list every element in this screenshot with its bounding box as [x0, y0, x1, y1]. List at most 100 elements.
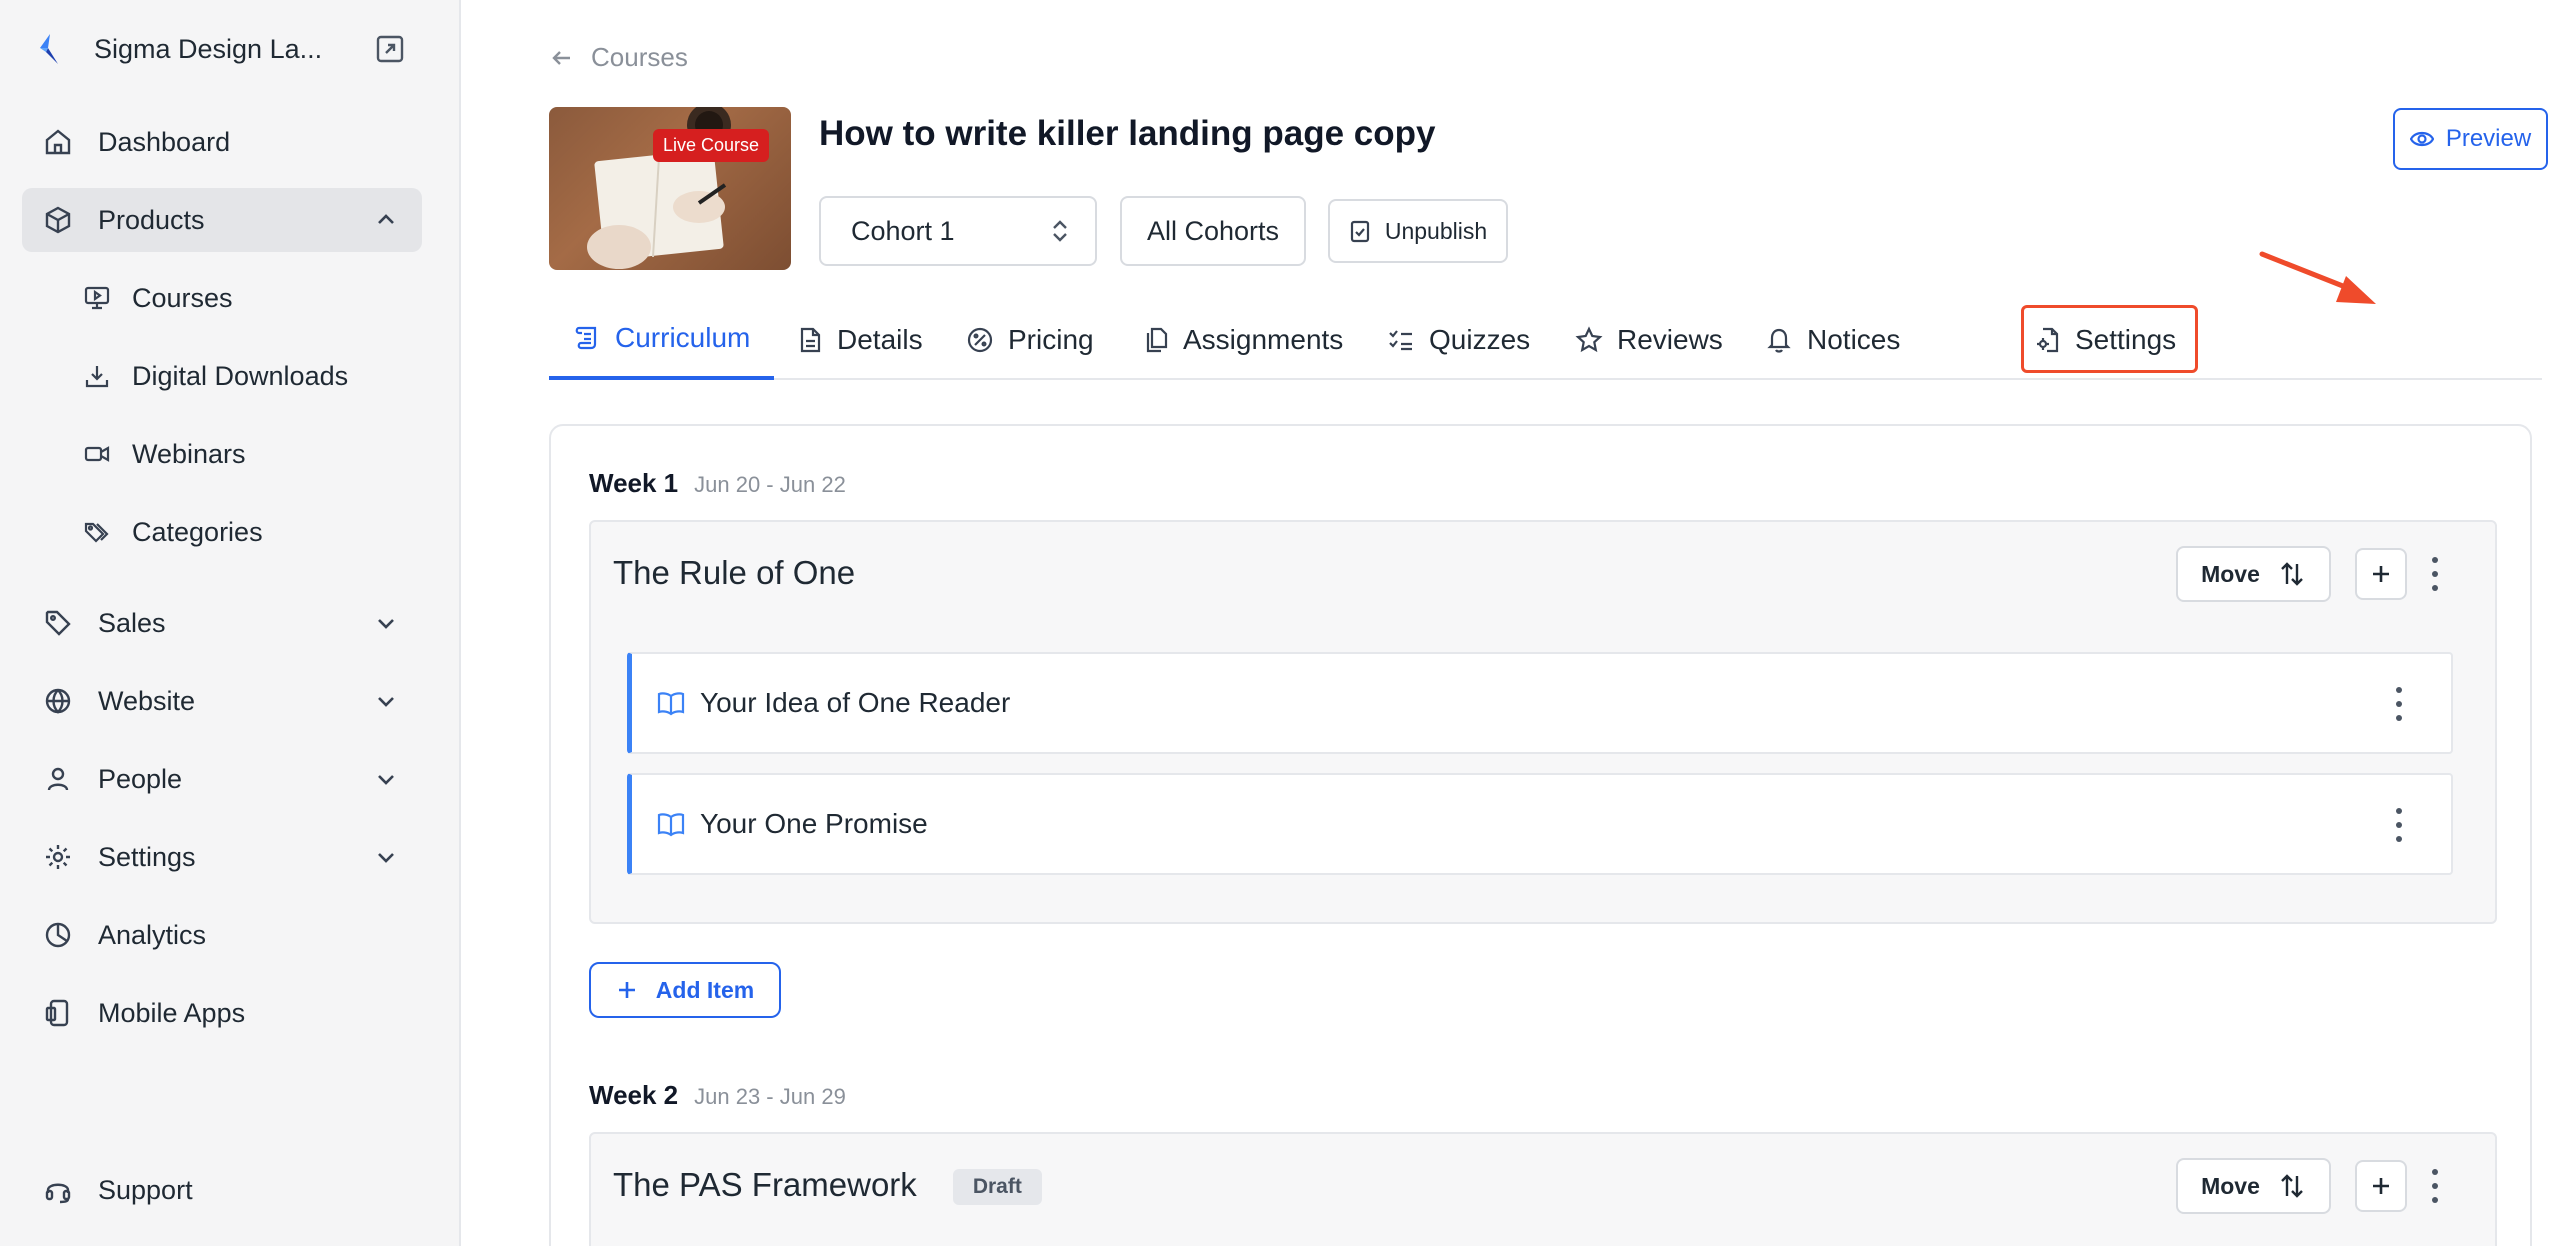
chevron-down-icon	[378, 853, 394, 863]
nav-sub-label: Categories	[132, 516, 263, 547]
all-cohorts-button[interactable]: All Cohorts	[1120, 196, 1306, 266]
tab-pricing[interactable]: Pricing	[966, 300, 1094, 380]
curriculum-panel: Week 1 Jun 20 - Jun 22 The Rule of One M…	[549, 424, 2532, 1246]
tab-details[interactable]: Details	[797, 300, 923, 380]
tab-assignments[interactable]: Assignments	[1143, 300, 1343, 380]
globe-icon	[42, 685, 74, 717]
module-title: The PAS Framework	[613, 1166, 917, 1203]
home-icon	[42, 126, 74, 158]
course-thumbnail: Live Course	[549, 107, 791, 270]
lesson-more-icon[interactable]	[2393, 687, 2405, 721]
move-label: Move	[2201, 1172, 2260, 1199]
nav-sub-courses[interactable]: Courses	[82, 270, 233, 326]
nav-label: Products	[98, 204, 205, 235]
nav-sub-digital-downloads[interactable]: Digital Downloads	[82, 348, 348, 404]
add-lesson-button[interactable]	[2355, 548, 2407, 600]
lesson-item[interactable]: Your Idea of One Reader	[627, 652, 2453, 754]
arrows-up-down-icon	[2281, 1174, 2303, 1198]
plus-icon	[2373, 1178, 2389, 1194]
nav-website[interactable]: Website	[22, 669, 422, 733]
nav-sales[interactable]: Sales	[22, 591, 422, 655]
nav-sub-label: Courses	[132, 282, 233, 313]
tab-curriculum[interactable]: Curriculum	[549, 300, 775, 380]
tag-icon	[42, 607, 74, 639]
nav-mobile-apps[interactable]: Mobile Apps	[22, 981, 422, 1045]
list-checks-icon	[1389, 330, 1412, 351]
unpublish-button[interactable]: Unpublish	[1328, 199, 1508, 263]
nav-sub-label: Digital Downloads	[132, 360, 349, 391]
headset-icon	[42, 1174, 74, 1206]
move-label: Move	[2201, 560, 2260, 587]
book-open-icon	[657, 692, 685, 716]
cohort-select-value: Cohort 1	[851, 215, 955, 246]
draft-badge: Draft	[952, 1169, 1042, 1206]
tab-notices[interactable]: Notices	[1765, 300, 1900, 380]
scroll-icon	[575, 326, 597, 350]
add-lesson-button[interactable]	[2355, 1160, 2407, 1212]
box-icon	[42, 204, 74, 236]
brand-logo-icon	[40, 34, 58, 64]
external-link-icon[interactable]	[374, 33, 406, 65]
tab-quizzes[interactable]: Quizzes	[1387, 300, 1530, 380]
cohort-select[interactable]: Cohort 1	[819, 196, 1097, 266]
tags-icon	[82, 517, 112, 547]
nav-label: Dashboard	[98, 126, 231, 157]
monitor-play-icon	[82, 283, 112, 313]
files-icon	[1146, 327, 1168, 353]
all-cohorts-label: All Cohorts	[1146, 215, 1280, 246]
preview-button[interactable]: Preview	[2393, 108, 2548, 170]
breadcrumb-label: Courses	[591, 42, 688, 72]
nav-settings[interactable]: Settings	[22, 825, 422, 889]
lesson-title: Your One Promise	[700, 808, 928, 839]
plus-icon	[618, 982, 635, 998]
tab-label: Reviews	[1617, 324, 1723, 355]
nav-label: Settings	[98, 841, 196, 872]
week-dates: Jun 20 - Jun 22	[694, 472, 846, 497]
badge-percent-icon	[967, 327, 993, 353]
unpublish-label: Unpublish	[1384, 217, 1488, 244]
nav-products[interactable]: Products	[22, 188, 422, 252]
module-more-icon[interactable]	[2429, 1169, 2441, 1203]
tab-reviews[interactable]: Reviews	[1575, 300, 1723, 380]
arrow-left-icon	[552, 50, 570, 65]
mobile-icon	[42, 997, 74, 1029]
module-card: The Rule of One Move Your Idea of One Re…	[589, 520, 2497, 924]
breadcrumb[interactable]: Courses	[549, 42, 688, 73]
nav-sub-label: Webinars	[132, 438, 246, 469]
tab-label: Assignments	[1183, 324, 1344, 355]
chevron-up-down-icon	[1053, 220, 1067, 242]
week-header: Week 2 Jun 23 - Jun 29	[589, 1080, 846, 1111]
add-item-button[interactable]: Add Item	[589, 962, 781, 1018]
lesson-item[interactable]: Your One Promise	[627, 773, 2453, 875]
nav-people[interactable]: People	[22, 747, 422, 811]
tab-label: Notices	[1807, 324, 1901, 355]
plus-icon	[2373, 566, 2389, 582]
move-button[interactable]: Move	[2176, 546, 2331, 602]
chevron-down-icon	[378, 619, 394, 629]
brand-name: Sigma Design La...	[94, 33, 323, 64]
star-icon	[1575, 326, 1603, 353]
tab-label: Curriculum	[615, 322, 751, 353]
settings-tab-highlight	[2021, 305, 2198, 373]
nav-label: People	[98, 763, 183, 794]
nav-label: Analytics	[98, 919, 207, 950]
nav-dashboard[interactable]: Dashboard	[22, 110, 422, 174]
tab-label: Details	[837, 324, 923, 355]
nav-support[interactable]: Support	[22, 1158, 422, 1222]
lesson-more-icon[interactable]	[2393, 808, 2405, 842]
arrows-up-down-icon	[2281, 562, 2303, 586]
live-course-badge: Live Course	[652, 129, 769, 162]
chevron-up-icon	[378, 214, 394, 224]
nav-analytics[interactable]: Analytics	[22, 903, 422, 967]
week-header: Week 1 Jun 20 - Jun 22	[589, 468, 846, 499]
nav-sub-categories[interactable]: Categories	[82, 504, 263, 560]
eye-icon	[2409, 131, 2434, 147]
user-icon	[42, 763, 74, 795]
module-more-icon[interactable]	[2429, 557, 2441, 591]
nav-sub-webinars[interactable]: Webinars	[82, 426, 246, 482]
move-button[interactable]: Move	[2176, 1158, 2331, 1214]
module-title: The Rule of One	[613, 554, 856, 591]
video-icon	[82, 439, 112, 469]
nav-label: Mobile Apps	[98, 997, 246, 1028]
brand[interactable]: Sigma Design La...	[36, 28, 406, 70]
